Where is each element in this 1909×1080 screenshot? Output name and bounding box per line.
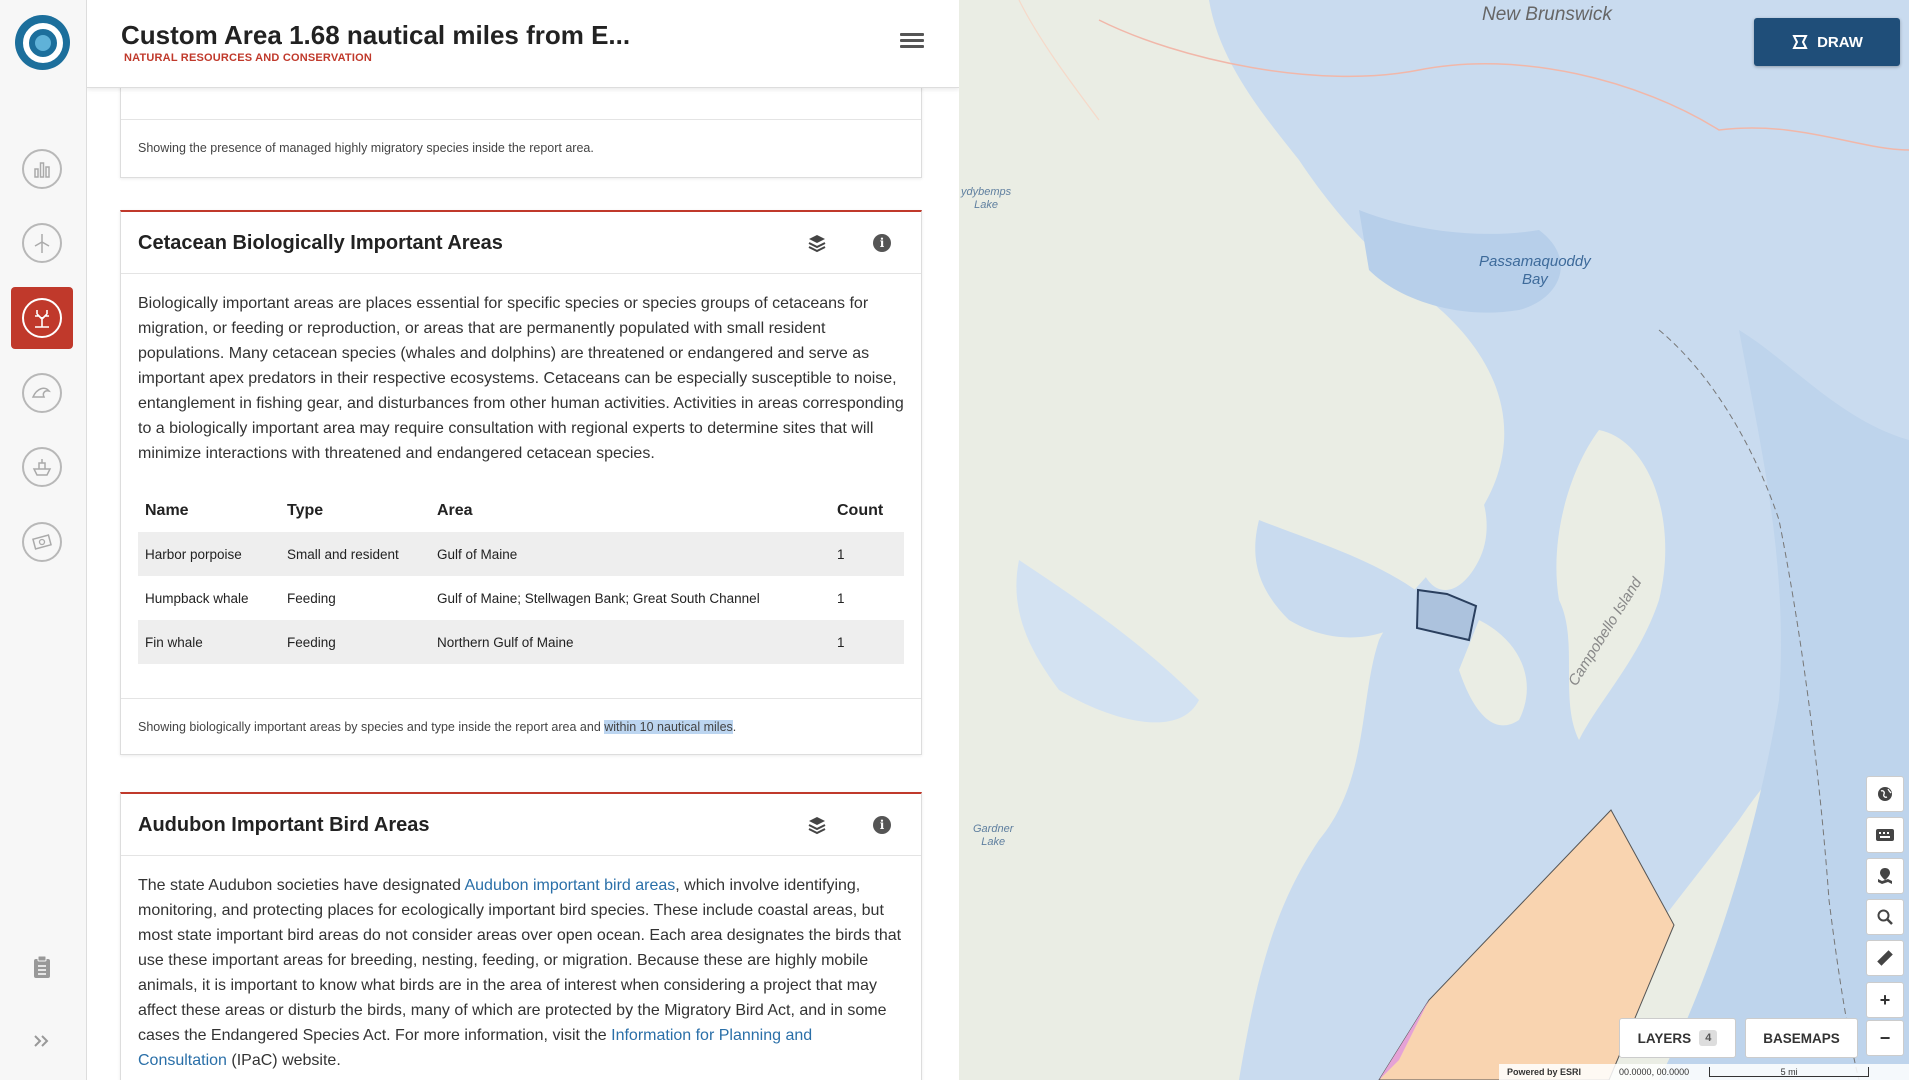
cell: 1 <box>837 590 845 606</box>
hms-card-footer: Showing the presence of managed highly m… <box>138 141 594 155</box>
report-panel: Custom Area 1.68 nautical miles from E..… <box>87 0 959 1080</box>
card-header: Cetacean Biologically Important Areas i <box>121 212 921 274</box>
table-row: Harbor porpoise Small and resident Gulf … <box>138 532 904 576</box>
map-label-lake: Gardner Lake <box>973 823 1014 848</box>
card-description: Biologically important areas are places … <box>138 295 904 462</box>
footer-text: Showing biologically important areas by … <box>138 720 605 734</box>
card-header: Audubon Important Bird Areas i <box>121 794 921 856</box>
app-rail <box>0 0 87 1080</box>
table-row: Fin whale Feeding Northern Gulf of Maine… <box>138 620 904 664</box>
basemaps-button[interactable]: BASEMAPS <box>1745 1018 1858 1058</box>
coral-icon[interactable] <box>11 287 73 349</box>
cell: Northern Gulf of Maine <box>430 620 830 664</box>
column-header: Area <box>437 501 473 519</box>
map-label-new-brunswick: New Brunswick <box>1482 4 1612 25</box>
cell: Gulf of Maine <box>430 532 830 576</box>
cell: Fin whale <box>138 620 280 664</box>
basemaps-label: BASEMAPS <box>1763 1030 1840 1046</box>
map-label-passamaquoddy: Passamaquoddy Bay <box>1479 253 1591 288</box>
table-row: Humpback whale Feeding Gulf of Maine; St… <box>138 576 904 620</box>
info-icon[interactable]: i <box>873 234 891 252</box>
map-view[interactable]: New Brunswick Passamaquoddy Bay Campobel… <box>959 0 1909 1080</box>
map-canvas[interactable] <box>959 0 1909 1080</box>
card-title: Cetacean Biologically Important Areas <box>138 232 503 254</box>
text: , which involve identifying, monitoring,… <box>138 877 902 1044</box>
ruler-icon[interactable] <box>1866 940 1904 976</box>
chart-icon[interactable] <box>11 138 73 200</box>
keyboard-icon[interactable] <box>1866 817 1904 853</box>
app-logo[interactable] <box>15 15 70 70</box>
cetacean-card: Cetacean Biologically Important Areas i … <box>120 210 922 755</box>
page-subtitle: NATURAL RESOURCES AND CONSERVATION <box>124 52 372 64</box>
column-header: Type <box>287 501 324 519</box>
powered-by: Powered by ESRI <box>1507 1067 1582 1077</box>
column-header: Count <box>837 501 884 519</box>
expand-icon[interactable] <box>11 1010 73 1072</box>
cell: Gulf of Maine; Stellwagen Bank; Great So… <box>437 590 760 606</box>
text: The state Audubon societies have designa… <box>138 877 465 894</box>
cell: Small and resident <box>280 532 430 576</box>
report-header: Custom Area 1.68 nautical miles from E..… <box>87 0 959 88</box>
map-pin-icon[interactable] <box>1866 858 1904 894</box>
layers-icon[interactable] <box>807 233 827 253</box>
money-icon[interactable] <box>11 511 73 573</box>
map-footer: Powered by ESRI 00.0000, 00.0000 5 mi <box>1499 1064 1909 1080</box>
card-footer: Showing biologically important areas by … <box>121 698 921 754</box>
clipboard-icon[interactable] <box>11 936 73 998</box>
globe-icon[interactable] <box>1866 776 1904 812</box>
layers-button[interactable]: LAYERS 4 <box>1619 1018 1736 1058</box>
zoom-out-icon[interactable]: − <box>1866 1020 1904 1056</box>
zoom-in-icon[interactable]: + <box>1866 982 1904 1018</box>
layers-count-badge: 4 <box>1699 1030 1718 1046</box>
coordinates: 00.0000, 00.0000 <box>1619 1067 1690 1077</box>
cell: Harbor porpoise <box>138 532 280 576</box>
cell: Feeding <box>280 620 430 664</box>
text: (IPaC) website. <box>226 1052 341 1069</box>
cell: Humpback whale <box>145 590 249 606</box>
footer-suffix: . <box>732 720 737 734</box>
wind-turbine-icon[interactable] <box>11 212 73 274</box>
wave-icon[interactable] <box>11 362 73 424</box>
cell: 1 <box>830 532 904 576</box>
page-title: Custom Area 1.68 nautical miles from E..… <box>121 20 631 50</box>
search-icon[interactable] <box>1866 899 1904 935</box>
scale-bar: 5 mi <box>1709 1067 1870 1077</box>
audubon-card: Audubon Important Bird Areas i The state… <box>120 792 922 1080</box>
map-label-lake: ydybemps Lake <box>961 186 1012 211</box>
draw-label: DRAW <box>1817 33 1863 51</box>
draw-button[interactable]: DRAW <box>1754 18 1900 66</box>
card-title: Audubon Important Bird Areas <box>138 814 430 836</box>
card-description: The state Audubon societies have designa… <box>138 873 904 1073</box>
audubon-iba-link[interactable]: Audubon important bird areas <box>464 877 675 894</box>
hamburger-menu-icon[interactable] <box>900 30 924 54</box>
draw-polygon-icon <box>1792 35 1808 49</box>
cell: Feeding <box>287 590 336 606</box>
info-icon[interactable]: i <box>873 816 891 834</box>
bia-table: Name Type Area Count Harbor porpoise Sma… <box>138 488 904 664</box>
ship-icon[interactable] <box>11 436 73 498</box>
column-header: Name <box>145 501 189 519</box>
cell: 1 <box>830 620 904 664</box>
layers-label: LAYERS <box>1637 1030 1692 1046</box>
layers-icon[interactable] <box>807 815 827 835</box>
footer-highlight: within 10 nautical miles <box>604 720 733 734</box>
